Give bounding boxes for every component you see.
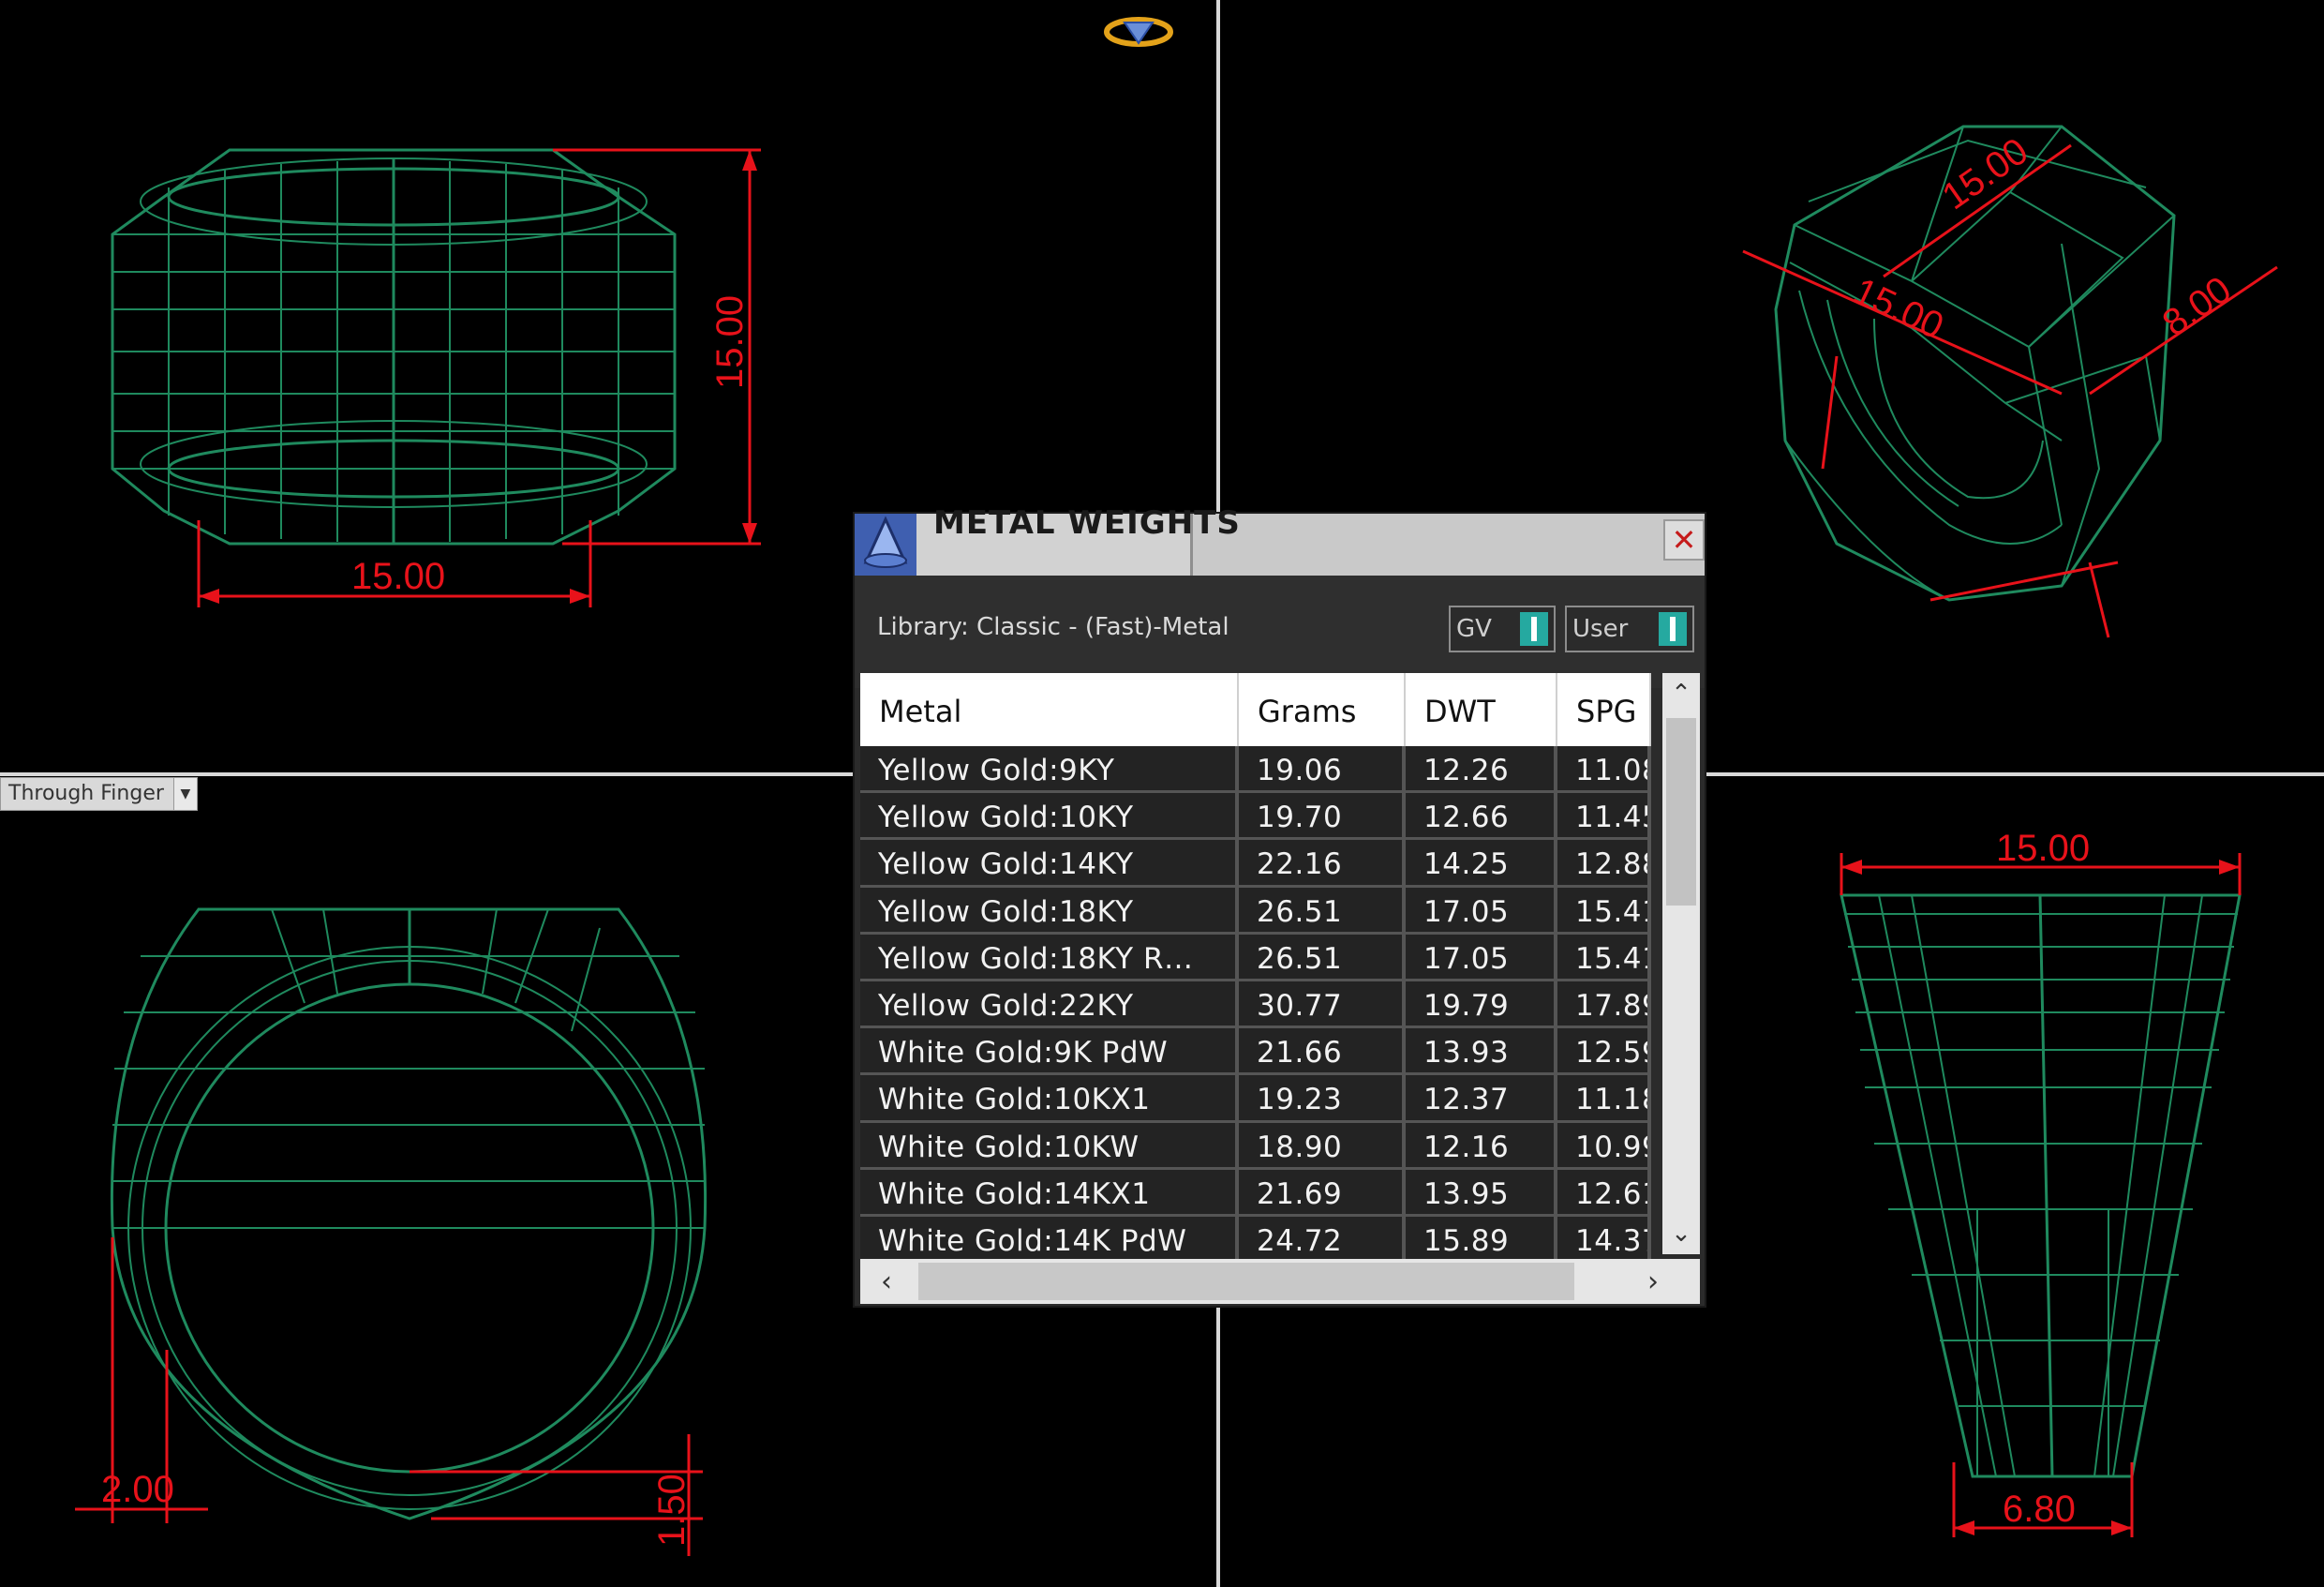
cell-dwt: 19.79 [1406, 981, 1557, 1029]
table-row[interactable]: White Gold:14KX121.6913.9512.61 [860, 1169, 1651, 1217]
front-view-dimensions [197, 148, 761, 607]
cell-dwt: 13.95 [1406, 1169, 1557, 1217]
cell-spg: 11.18 [1557, 1075, 1651, 1123]
cell-spg: 12.59 [1557, 1028, 1651, 1076]
side-view-ring[interactable] [1840, 893, 2242, 1478]
table-row[interactable]: White Gold:14K PdW24.7215.8914.37 [860, 1216, 1651, 1265]
dialog-title: METAL WEIGHTS [933, 504, 1241, 542]
scroll-up-icon[interactable]: ⌃ [1662, 675, 1700, 712]
table-row[interactable]: Yellow Gold:18KY26.5117.0515.41 [860, 887, 1651, 935]
cell-metal: Yellow Gold:9KY [860, 746, 1239, 794]
cell-spg: 12.61 [1557, 1169, 1651, 1217]
cell-metal: White Gold:10KX1 [860, 1075, 1239, 1123]
cell-spg: 11.45 [1557, 793, 1651, 841]
gv-toggle-label: GV [1456, 615, 1492, 643]
library-label: Library: Classic - (Fast)-Metal [877, 613, 1229, 641]
cell-spg: 12.88 [1557, 840, 1651, 888]
cell-grams: 19.06 [1239, 746, 1406, 794]
vertical-scrollbar[interactable]: ⌃ ⌄ [1662, 673, 1700, 1254]
table-row[interactable]: White Gold:10KW18.9012.1610.99 [860, 1122, 1651, 1170]
scroll-down-icon[interactable]: ⌄ [1662, 1215, 1700, 1252]
cell-metal: Yellow Gold:14KY [860, 840, 1239, 888]
chevron-down-icon[interactable]: ▼ [173, 777, 198, 811]
table-header: Metal Grams DWT SPG [860, 673, 1651, 746]
gv-toggle[interactable]: GV [1449, 606, 1556, 652]
front-width-label: 15.00 [351, 556, 445, 597]
perspective-dimensions [1742, 143, 2278, 638]
table-row[interactable]: Yellow Gold:14KY22.1614.2512.88 [860, 840, 1651, 888]
cell-spg: 10.99 [1557, 1122, 1651, 1170]
metal-weights-icon [855, 514, 916, 576]
cell-spg: 15.41 [1557, 887, 1651, 935]
side-top-width-label: 15.00 [1996, 828, 2090, 869]
cell-dwt: 14.25 [1406, 840, 1557, 888]
cell-metal: Yellow Gold:18KY R… [860, 934, 1239, 981]
table-body: Yellow Gold:9KY19.0612.2611.08Yellow Gol… [860, 746, 1651, 1265]
cell-grams: 30.77 [1239, 981, 1406, 1029]
cell-metal: Yellow Gold:22KY [860, 981, 1239, 1029]
close-icon[interactable]: ✕ [1663, 519, 1705, 561]
cell-dwt: 15.89 [1406, 1216, 1557, 1265]
cell-spg: 15.41 [1557, 934, 1651, 981]
perspective-dim-2: 15.00 [1847, 270, 1949, 347]
cell-spg: 11.08 [1557, 746, 1651, 794]
user-toggle-switch[interactable] [1659, 612, 1687, 646]
scroll-right-icon[interactable]: › [1634, 1259, 1672, 1304]
cell-dwt: 12.26 [1406, 746, 1557, 794]
through-finger-view-ring[interactable] [110, 907, 708, 1520]
cell-dwt: 13.93 [1406, 1028, 1557, 1076]
column-header-grams[interactable]: Grams [1239, 673, 1406, 746]
cell-grams: 22.16 [1239, 840, 1406, 888]
dialog-title-bar[interactable]: METAL WEIGHTS ✕ [855, 504, 1705, 576]
column-header-spg[interactable]: SPG [1557, 673, 1651, 746]
cell-grams: 21.69 [1239, 1169, 1406, 1217]
cell-metal: White Gold:14KX1 [860, 1169, 1239, 1217]
front-height-label: 15.00 [709, 295, 751, 389]
front-view-ring[interactable] [111, 148, 677, 546]
cell-spg: 14.37 [1557, 1216, 1651, 1265]
table-row[interactable]: White Gold:9K PdW21.6613.9312.59 [860, 1028, 1651, 1076]
side-bottom-width-label: 6.80 [2003, 1489, 2076, 1530]
cell-metal: White Gold:10KW [860, 1122, 1239, 1170]
cell-grams: 24.72 [1239, 1216, 1406, 1265]
cell-grams: 21.66 [1239, 1028, 1406, 1076]
cell-dwt: 12.37 [1406, 1075, 1557, 1123]
vertical-scroll-thumb[interactable] [1666, 718, 1696, 906]
cell-metal: Yellow Gold:10KY [860, 793, 1239, 841]
metal-weights-dialog[interactable]: METAL WEIGHTS ✕ Library: Classic - (Fast… [855, 504, 1705, 1306]
table-row[interactable]: Yellow Gold:18KY R…26.5117.0515.41 [860, 934, 1651, 981]
table-row[interactable]: White Gold:10KX119.2312.3711.18 [860, 1075, 1651, 1123]
cell-spg: 17.89 [1557, 981, 1651, 1029]
metal-weights-table[interactable]: Metal Grams DWT SPG Yellow Gold:9KY 19.06… [860, 673, 1651, 1265]
cell-grams: 26.51 [1239, 887, 1406, 935]
table-row[interactable]: Yellow Gold:22KY30.7719.7917.89 [860, 981, 1651, 1029]
column-header-dwt[interactable]: DWT [1406, 673, 1557, 746]
column-header-metal[interactable]: Metal [860, 673, 1239, 746]
cell-grams: 19.23 [1239, 1075, 1406, 1123]
viewport-view-dropdown[interactable]: Through Finger ▼ [0, 777, 198, 811]
cell-metal: White Gold:14K PdW [860, 1216, 1239, 1265]
user-toggle[interactable]: User [1565, 606, 1694, 652]
cell-grams: 26.51 [1239, 934, 1406, 981]
cell-metal: Yellow Gold:18KY [860, 887, 1239, 935]
shank-thickness-label: 1.50 [651, 1474, 693, 1547]
shank-width-label: 2.00 [101, 1469, 174, 1510]
horizontal-scrollbar[interactable]: ‹ › [860, 1259, 1700, 1304]
horizontal-scroll-thumb[interactable] [918, 1263, 1574, 1300]
scroll-left-icon[interactable]: ‹ [868, 1259, 905, 1304]
user-toggle-label: User [1572, 615, 1629, 643]
viewport-view-label: Through Finger [0, 777, 174, 811]
cell-dwt: 12.66 [1406, 793, 1557, 841]
cell-grams: 19.70 [1239, 793, 1406, 841]
cell-metal: White Gold:9K PdW [860, 1028, 1239, 1076]
cell-dwt: 12.16 [1406, 1122, 1557, 1170]
table-row[interactable]: Yellow Gold:9KY19.0612.2611.08 [860, 746, 1651, 794]
gv-toggle-switch[interactable] [1520, 612, 1548, 646]
gem-logo-icon [1104, 17, 1173, 47]
cell-grams: 18.90 [1239, 1122, 1406, 1170]
cell-dwt: 17.05 [1406, 934, 1557, 981]
table-row[interactable]: Yellow Gold:10KY19.7012.6611.45 [860, 793, 1651, 841]
cell-dwt: 17.05 [1406, 887, 1557, 935]
